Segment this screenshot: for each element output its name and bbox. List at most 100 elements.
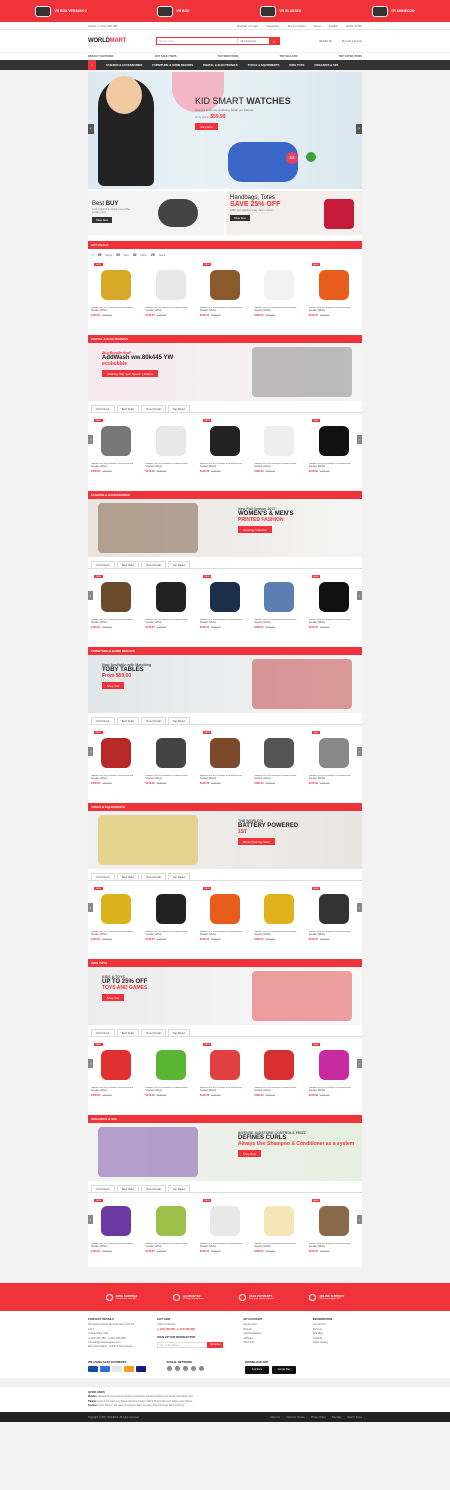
- product-name[interactable]: Radiant 360 R6 Wireless Omnidirectional …: [200, 775, 250, 781]
- product-card[interactable]: SALE Radiant 360 R6 Wireless Omnidirectio…: [91, 1043, 141, 1097]
- tab-top-rated[interactable]: Top Rated: [167, 1185, 190, 1192]
- next-icon[interactable]: ›: [357, 903, 362, 912]
- product-image[interactable]: [254, 1043, 304, 1087]
- product-image[interactable]: SALE: [309, 731, 359, 775]
- tab-best-seller[interactable]: Best Seller: [116, 873, 140, 880]
- category-banner[interactable]: INTENSE MOISTURE CONTROLS FRIZZ DEFINES C…: [88, 1123, 362, 1181]
- product-image[interactable]: [254, 263, 304, 307]
- tab-all-products[interactable]: All Products: [91, 1185, 115, 1192]
- product-card[interactable]: SALE Radiant 360 R6 Wireless Omnidirectio…: [309, 419, 359, 473]
- quick-row-links[interactable]: Apple iPads Samsung Tablets Windows Tabl…: [97, 1401, 192, 1403]
- product-name[interactable]: Radiant 360 R6 Wireless Omnidirectional …: [91, 1243, 141, 1249]
- nav-fashion[interactable]: FASHION & ACCESSORIES: [106, 63, 142, 67]
- tab-all-products[interactable]: All Products: [91, 561, 115, 568]
- product-name[interactable]: Radiant 360 R6 Wireless Omnidirectional …: [91, 619, 141, 625]
- prev-icon[interactable]: ‹: [88, 747, 93, 756]
- product-image[interactable]: [254, 731, 304, 775]
- bottom-link[interactable]: Customer Service: [286, 1416, 305, 1419]
- banner-button[interactable]: 90mm Framing Nailer: [238, 838, 275, 845]
- product-card[interactable]: SALE Radiant 360 R6 Wireless Omnidirectio…: [91, 1199, 141, 1253]
- product-image[interactable]: SALE: [309, 263, 359, 307]
- product-name[interactable]: Radiant 360 R6 Wireless Omnidirectional …: [200, 931, 250, 937]
- product-card[interactable]: SALE Radiant 360 R6 Wireless Omnidirectio…: [200, 575, 250, 629]
- weekly-featured-link[interactable]: WEEKLY FEATURED: [88, 55, 113, 58]
- product-name[interactable]: Radiant 360 R6 Wireless Omnidirectional …: [145, 463, 195, 469]
- product-card[interactable]: SALE Radiant 360 R6 Wireless Omnidirectio…: [91, 263, 141, 317]
- product-card[interactable]: SALE Radiant 360 R6 Wireless Omnidirectio…: [309, 731, 359, 785]
- product-card[interactable]: SALE Radiant 360 R6 Wireless Omnidirectio…: [200, 731, 250, 785]
- tab-best-seller[interactable]: Best Seller: [116, 717, 140, 724]
- product-name[interactable]: Radiant 360 R6 Wireless Omnidirectional …: [145, 307, 195, 313]
- product-image[interactable]: SALE: [309, 887, 359, 931]
- newsletter-input[interactable]: Your email address...: [157, 1341, 208, 1348]
- next-icon[interactable]: ›: [357, 1215, 362, 1224]
- product-name[interactable]: Radiant 360 R6 Wireless Omnidirectional …: [200, 307, 250, 313]
- product-card[interactable]: SALE Radiant 360 R6 Wireless Omnidirectio…: [200, 1043, 250, 1097]
- category-select[interactable]: All Categories: [237, 38, 269, 44]
- newsletter-link[interactable]: Newsletter: [266, 24, 279, 28]
- tab-best-seller[interactable]: Best Seller: [116, 405, 140, 412]
- nav-kids[interactable]: KIDS TOYS: [289, 63, 304, 67]
- product-card[interactable]: Radiant 360 R6 Wireless Omnidirectional …: [254, 263, 304, 317]
- product-image[interactable]: SALE: [200, 1199, 250, 1243]
- category-banner[interactable]: KIDS & TOYS UP TO 25% OFF TOYS AND GAMES Sh…: [88, 967, 362, 1025]
- vr-item[interactable]: VR GLASSES: [260, 5, 301, 17]
- hot-sale-link[interactable]: HOT SALE ITEMS: [155, 55, 177, 58]
- product-image[interactable]: SALE: [91, 419, 141, 463]
- product-image[interactable]: SALE: [91, 263, 141, 307]
- bottom-link[interactable]: About Us: [270, 1416, 280, 1419]
- prev-icon[interactable]: ‹: [88, 591, 93, 600]
- banner-button[interactable]: Shop Now: [238, 1150, 261, 1157]
- top-new-link[interactable]: TOP NEW ITEMS: [218, 55, 239, 58]
- category-banner[interactable]: Now Available with Matching TOBY TABLES Fr…: [88, 655, 362, 713]
- product-image[interactable]: [254, 1199, 304, 1243]
- product-image[interactable]: SALE: [91, 887, 141, 931]
- product-card[interactable]: SALE Radiant 360 R6 Wireless Omnidirectio…: [200, 1199, 250, 1253]
- slider-prev-icon[interactable]: ‹: [88, 124, 94, 134]
- product-card[interactable]: SALE Radiant 360 R6 Wireless Omnidirectio…: [200, 887, 250, 941]
- banner-button[interactable]: Shop now: [102, 994, 125, 1001]
- product-image[interactable]: SALE: [200, 575, 250, 619]
- product-name[interactable]: Radiant 360 R6 Wireless Omnidirectional …: [309, 619, 359, 625]
- bottom-link[interactable]: Privacy Policy: [311, 1416, 326, 1419]
- product-name[interactable]: Radiant 360 R6 Wireless Omnidirectional …: [309, 307, 359, 313]
- tab-best-seller[interactable]: Best Seller: [116, 561, 140, 568]
- category-banner[interactable]: THE WORLD'S BATTERY POWERED 1ST 90mm Framin…: [88, 811, 362, 869]
- product-image[interactable]: SALE: [309, 1199, 359, 1243]
- product-card[interactable]: SALE Radiant 360 R6 Wireless Omnidirectio…: [200, 263, 250, 317]
- search-input[interactable]: Search here...: [157, 38, 237, 44]
- product-card[interactable]: SALE Radiant 360 R6 Wireless Omnidirectio…: [91, 575, 141, 629]
- product-image[interactable]: [254, 575, 304, 619]
- bottom-link[interactable]: Site Map: [332, 1416, 341, 1419]
- tab-top-rated[interactable]: Top Rated: [167, 873, 190, 880]
- cart-link[interactable]: My Cart 0 Item(s): [342, 40, 362, 43]
- product-image[interactable]: SALE: [91, 575, 141, 619]
- product-image[interactable]: [145, 887, 195, 931]
- prev-icon[interactable]: ‹: [88, 1059, 93, 1068]
- product-name[interactable]: Radiant 360 R6 Wireless Omnidirectional …: [200, 463, 250, 469]
- handbags-banner[interactable]: Handbags, Totes SAVE 25% OFF Offer and s…: [226, 191, 362, 235]
- product-card[interactable]: Radiant 360 R6 Wireless Omnidirectional …: [145, 1043, 195, 1097]
- product-name[interactable]: Radiant 360 R6 Wireless Omnidirectional …: [145, 619, 195, 625]
- info-link[interactable]: Order History: [313, 1341, 362, 1345]
- tab-new-arrivals[interactable]: New Arrivals: [141, 1185, 166, 1192]
- tab-top-rated[interactable]: Top Rated: [167, 561, 190, 568]
- product-name[interactable]: Radiant 360 R6 Wireless Omnidirectional …: [200, 1243, 250, 1249]
- product-card[interactable]: Radiant 360 R6 Wireless Omnidirectional …: [145, 263, 195, 317]
- product-card[interactable]: Radiant 360 R6 Wireless Omnidirectional …: [254, 731, 304, 785]
- product-name[interactable]: Radiant 360 R6 Wireless Omnidirectional …: [254, 619, 304, 625]
- tab-new-arrivals[interactable]: New Arrivals: [141, 1029, 166, 1036]
- product-name[interactable]: Radiant 360 R6 Wireless Omnidirectional …: [309, 1087, 359, 1093]
- product-image[interactable]: SALE: [91, 1043, 141, 1087]
- product-card[interactable]: Radiant 360 R6 Wireless Omnidirectional …: [254, 1199, 304, 1253]
- product-image[interactable]: [145, 263, 195, 307]
- category-banner[interactable]: 8Kg Bundle deal* AddWash ww.80k445 YW ecob…: [88, 343, 362, 401]
- product-card[interactable]: SALE Radiant 360 R6 Wireless Omnidirectio…: [309, 1043, 359, 1097]
- bottom-link[interactable]: Search Terms: [347, 1416, 362, 1419]
- tab-all-products[interactable]: All Products: [91, 405, 115, 412]
- product-name[interactable]: Radiant 360 R6 Wireless Omnidirectional …: [309, 775, 359, 781]
- product-image[interactable]: SALE: [200, 731, 250, 775]
- product-name[interactable]: Radiant 360 R6 Wireless Omnidirectional …: [91, 1087, 141, 1093]
- banner-button[interactable]: Washing: 8kg, Spin Speed: 1,400rpm: [102, 370, 159, 377]
- account-link[interactable]: Wish List: [243, 1341, 292, 1345]
